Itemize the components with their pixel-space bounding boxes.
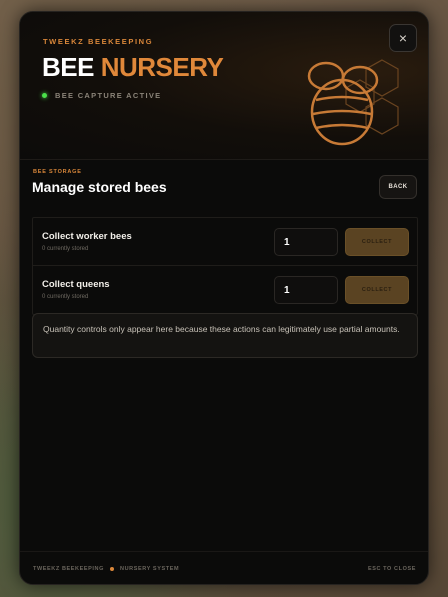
quantity-input[interactable] <box>274 228 338 256</box>
hero-header: TWEEKZ BEEKEEPING BEE NURSERY BEE CAPTUR… <box>20 12 428 160</box>
status-indicator: BEE CAPTURE ACTIVE <box>42 91 161 100</box>
brand-label: TWEEKZ BEEKEEPING <box>43 37 154 46</box>
list-item: Collect queens 0 currently stored COLLEC… <box>33 266 417 314</box>
collect-button[interactable]: COLLECT <box>345 228 409 256</box>
footer-dot-icon <box>110 567 115 571</box>
collect-button[interactable]: COLLECT <box>345 276 409 304</box>
footer-brand: TWEEKZ BEEKEEPING NURSERY SYSTEM <box>33 566 179 572</box>
row-subtitle: 0 currently stored <box>42 246 89 252</box>
status-dot-icon <box>42 93 47 98</box>
footer-system-label: NURSERY SYSTEM <box>120 566 180 572</box>
row-title: Collect worker bees <box>42 231 132 242</box>
section-kicker: BEE STORAGE <box>33 169 82 175</box>
section-title: Manage stored bees <box>32 179 167 195</box>
page-title: BEE NURSERY <box>42 52 224 83</box>
close-button[interactable]: × <box>389 24 417 52</box>
list-item: Collect worker bees 0 currently stored C… <box>33 218 417 266</box>
bee-hive-icon <box>302 40 412 155</box>
storage-list: Collect worker bees 0 currently stored C… <box>32 217 418 315</box>
quantity-input[interactable] <box>274 276 338 304</box>
footer: TWEEKZ BEEKEEPING NURSERY SYSTEM ESC TO … <box>20 551 428 584</box>
storage-section-header: BEE STORAGE Manage stored bees BACK <box>32 169 418 199</box>
info-note: Quantity controls only appear here becau… <box>32 313 418 358</box>
back-button[interactable]: BACK <box>379 175 417 199</box>
row-subtitle: 0 currently stored <box>42 294 89 300</box>
row-title: Collect queens <box>42 279 110 290</box>
esc-hint: ESC TO CLOSE <box>367 566 416 572</box>
title-white: BEE <box>42 52 94 82</box>
nursery-panel: TWEEKZ BEEKEEPING BEE NURSERY BEE CAPTUR… <box>19 11 429 585</box>
status-text: BEE CAPTURE ACTIVE <box>55 91 162 100</box>
title-orange: NURSERY <box>100 52 224 82</box>
footer-brand-label: TWEEKZ BEEKEEPING <box>33 566 105 572</box>
